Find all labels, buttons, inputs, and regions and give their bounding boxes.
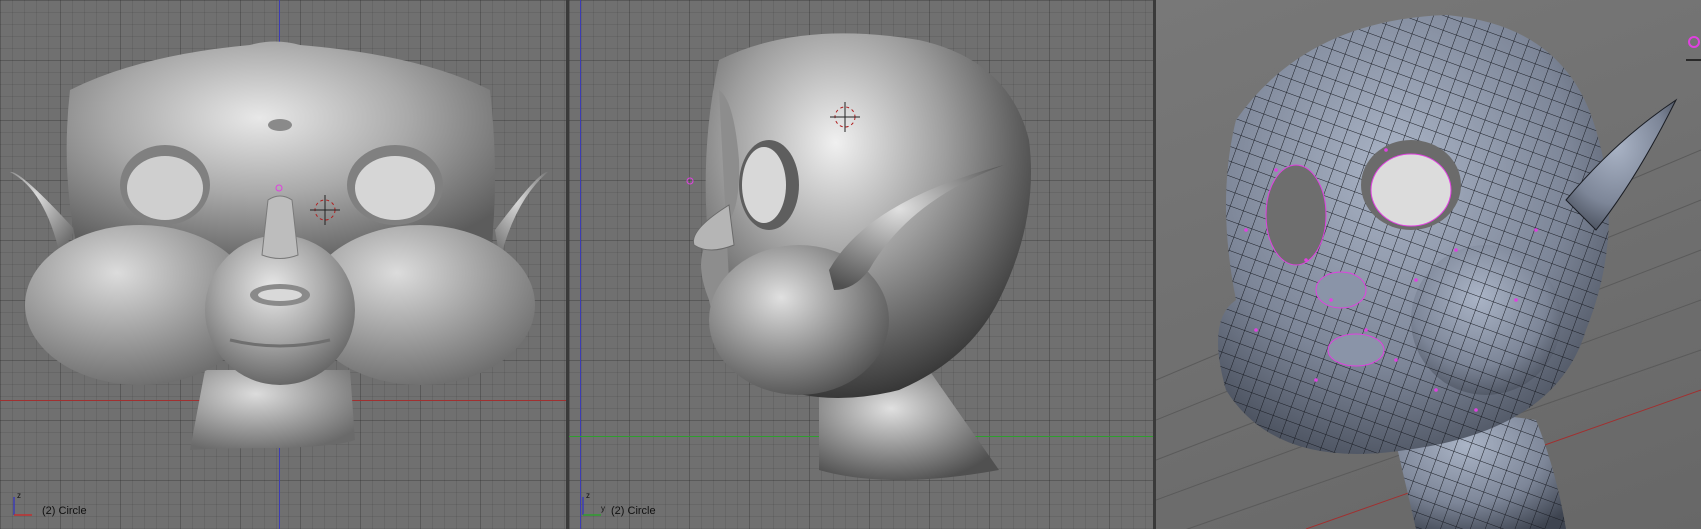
axis-gizmo: z y xyxy=(582,491,605,516)
active-object-label: (2) Circle xyxy=(611,505,656,517)
svg-text:y: y xyxy=(601,504,605,513)
viewport-area: z (2) Circle z y (2) Circle xyxy=(0,0,1701,529)
front-viewport[interactable]: z (2) Circle xyxy=(0,0,566,529)
svg-text:z: z xyxy=(586,491,590,500)
side-viewport[interactable]: z y (2) Circle xyxy=(569,0,1153,529)
svg-text:z: z xyxy=(17,491,21,500)
perspective-viewport[interactable] xyxy=(1156,0,1701,529)
head-model-front[interactable] xyxy=(0,0,566,529)
active-object-label: (2) Circle xyxy=(42,505,87,517)
axis-gizmo: z xyxy=(13,491,32,516)
head-model-wireframe[interactable] xyxy=(1156,0,1701,529)
head-model-side[interactable] xyxy=(569,0,1153,529)
view-gizmo xyxy=(1686,36,1701,61)
